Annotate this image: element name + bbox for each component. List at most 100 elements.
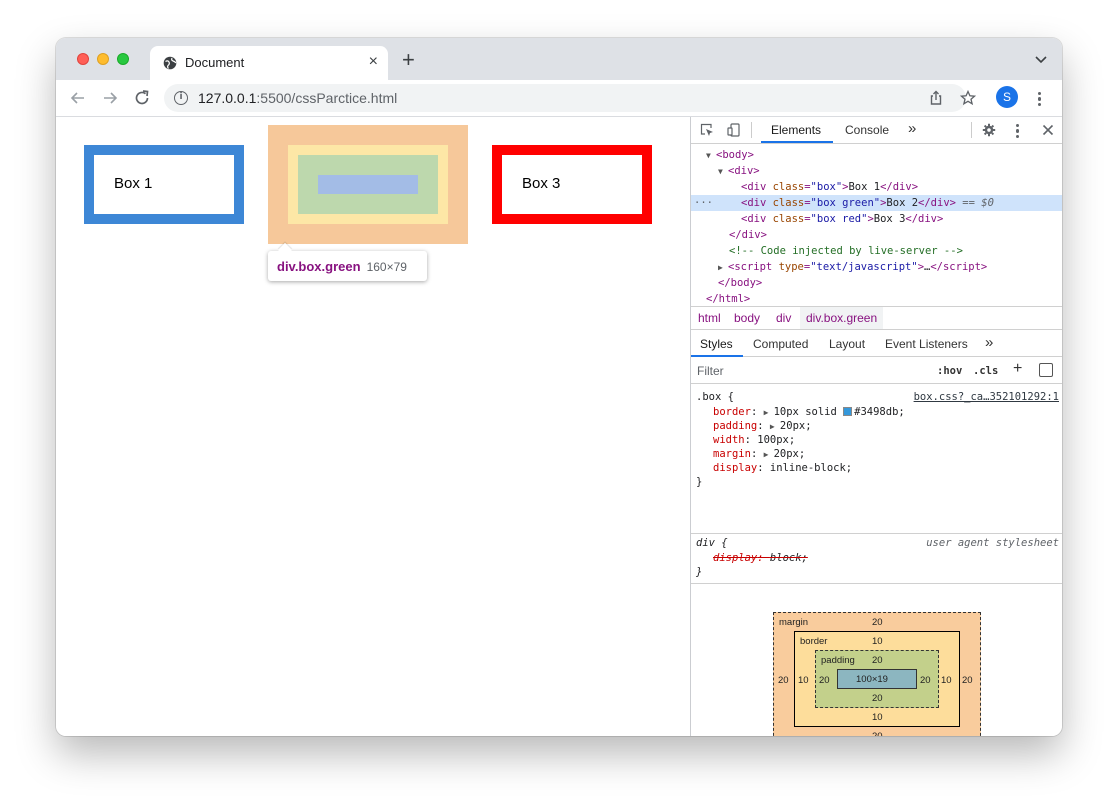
sidebar-toggle-icon[interactable] bbox=[1039, 363, 1053, 377]
dom-node-div[interactable]: ▼ <div> bbox=[691, 163, 1062, 179]
tab-elements[interactable]: Elements bbox=[771, 123, 821, 137]
dom-node-script[interactable]: ▶ <script type="text/javascript">…</scrip… bbox=[691, 259, 1062, 275]
prop-color-value: #3498db; bbox=[854, 406, 905, 418]
dom-node-body-close[interactable]: </body> bbox=[691, 275, 1062, 291]
inspect-element-icon[interactable] bbox=[700, 123, 714, 137]
browser-window: Document × + i 127.0.0.1:5500/cssParctic… bbox=[56, 38, 1062, 736]
rule-close-brace: } bbox=[696, 476, 703, 488]
css-property[interactable]: padding: ▶ 20px; bbox=[713, 419, 812, 434]
new-tab-button[interactable]: + bbox=[402, 49, 415, 71]
margin-bottom-value[interactable]: 20 bbox=[872, 731, 883, 736]
dom-node-comment[interactable]: <!-- Code injected by live-server --> bbox=[691, 243, 1062, 259]
color-swatch[interactable] bbox=[843, 407, 853, 416]
cls-toggle[interactable]: .cls bbox=[973, 365, 998, 377]
prop-name: margin bbox=[713, 448, 751, 460]
chevron-down-icon[interactable] bbox=[1034, 52, 1048, 66]
breadcrumb-body[interactable]: body bbox=[734, 311, 760, 325]
breadcrumb: html body div div.box.green bbox=[691, 306, 1062, 330]
css-property[interactable]: display: inline-block; bbox=[713, 461, 852, 475]
profile-avatar[interactable]: S bbox=[996, 86, 1018, 108]
ellipsis-icon[interactable]: ··· bbox=[694, 195, 713, 211]
tooltip-dimensions: 160×79 bbox=[366, 260, 407, 274]
tab-computed[interactable]: Computed bbox=[753, 337, 808, 351]
border-right-value[interactable]: 10 bbox=[941, 675, 952, 686]
content-size-value[interactable]: 100×19 bbox=[856, 674, 888, 685]
tab-document[interactable]: Document × bbox=[150, 46, 388, 80]
css-property-overridden[interactable]: display: block; bbox=[713, 551, 808, 565]
new-rule-button[interactable]: + bbox=[1013, 360, 1022, 378]
margin-left-value[interactable]: 20 bbox=[778, 675, 789, 686]
node-text: Box 2 bbox=[886, 197, 919, 209]
padding-right-value[interactable]: 20 bbox=[920, 675, 931, 686]
expand-triangle-icon[interactable]: ▶ bbox=[764, 448, 774, 462]
border-bottom-value[interactable]: 10 bbox=[872, 712, 883, 723]
rule-source-link[interactable]: box.css?_ca…352101292:1 bbox=[914, 390, 1059, 404]
comment-text: <!-- Code injected by live-server --> bbox=[729, 245, 963, 257]
style-rule-div: div { user agent stylesheet display: blo… bbox=[691, 536, 1062, 580]
tag-name: script bbox=[734, 261, 773, 273]
tab-styles[interactable]: Styles bbox=[700, 337, 733, 351]
more-subtabs-button[interactable]: » bbox=[985, 334, 993, 351]
globe-icon bbox=[163, 56, 177, 70]
expand-triangle-icon[interactable]: ▶ bbox=[764, 406, 774, 420]
css-property[interactable]: width: 100px; bbox=[713, 433, 795, 447]
reload-icon[interactable] bbox=[132, 88, 152, 108]
close-devtools-icon[interactable] bbox=[1041, 123, 1055, 137]
prop-value: 100px; bbox=[757, 434, 796, 446]
border-left-value[interactable]: 10 bbox=[798, 675, 809, 686]
back-arrow-icon[interactable] bbox=[68, 88, 88, 108]
box-3[interactable]: Box 3 bbox=[492, 145, 652, 224]
margin-right-value[interactable]: 20 bbox=[962, 675, 973, 686]
prop-value: inline-block; bbox=[769, 462, 853, 474]
tab-event-listeners[interactable]: Event Listeners bbox=[885, 337, 968, 351]
devtools-menu-icon[interactable] bbox=[1016, 124, 1020, 139]
share-icon[interactable] bbox=[928, 90, 944, 106]
address-bar[interactable]: i 127.0.0.1:5500/cssParctice.html bbox=[164, 84, 966, 112]
dom-node-div-close[interactable]: </div> bbox=[691, 227, 1062, 243]
padding-bottom-value[interactable]: 20 bbox=[872, 693, 883, 704]
box-2-content-highlight[interactable] bbox=[318, 175, 418, 194]
margin-label: margin bbox=[779, 617, 809, 628]
expand-triangle-icon[interactable]: ▶ bbox=[770, 420, 780, 434]
breadcrumb-div[interactable]: div bbox=[776, 311, 791, 325]
closing-tag: </div> bbox=[729, 229, 767, 241]
forward-arrow-icon[interactable] bbox=[100, 88, 120, 108]
dom-node-box2-selected[interactable]: ··· <div class="box green">Box 2</div> ==… bbox=[691, 195, 1062, 211]
tab-layout[interactable]: Layout bbox=[829, 337, 865, 351]
expand-triangle-icon[interactable]: ▼ bbox=[706, 148, 716, 164]
maximize-window-button[interactable] bbox=[117, 53, 129, 65]
element-inspect-tooltip: div.box.green 160×79 bbox=[268, 251, 427, 281]
styles-filter-bar: Filter :hov .cls + bbox=[691, 358, 1062, 384]
dom-node-body[interactable]: ▼ <body> bbox=[691, 147, 1062, 163]
expand-triangle-icon[interactable]: ▼ bbox=[718, 164, 728, 180]
css-property[interactable]: margin: ▶ 20px; bbox=[713, 447, 805, 462]
more-tabs-button[interactable]: » bbox=[908, 120, 916, 137]
dom-node-box1[interactable]: <div class="box">Box 1</div> bbox=[691, 179, 1062, 195]
margin-top-value[interactable]: 20 bbox=[872, 617, 883, 628]
dom-node-box3[interactable]: <div class="box red">Box 3</div> bbox=[691, 211, 1062, 227]
prop-value: 10px solid bbox=[773, 406, 837, 418]
dom-node-html-close[interactable]: </html> bbox=[691, 291, 1062, 307]
device-toolbar-icon[interactable] bbox=[727, 123, 741, 137]
prop-value: 20px; bbox=[773, 448, 806, 460]
box-1[interactable]: Box 1 bbox=[84, 145, 244, 224]
padding-top-value[interactable]: 20 bbox=[872, 655, 883, 666]
settings-gear-icon[interactable] bbox=[982, 123, 996, 137]
expand-triangle-icon[interactable]: ▶ bbox=[718, 260, 728, 276]
hov-toggle[interactable]: :hov bbox=[937, 365, 962, 377]
active-subtab-indicator bbox=[691, 355, 743, 357]
close-window-button[interactable] bbox=[77, 53, 89, 65]
bookmark-star-icon[interactable] bbox=[960, 90, 976, 106]
padding-left-value[interactable]: 20 bbox=[819, 675, 830, 686]
tab-console[interactable]: Console bbox=[845, 123, 889, 137]
css-property[interactable]: border: ▶ 10px solid #3498db; bbox=[713, 405, 905, 420]
minimize-window-button[interactable] bbox=[97, 53, 109, 65]
tab-close-icon[interactable]: × bbox=[369, 53, 378, 71]
breadcrumb-div-box-green[interactable]: div.box.green bbox=[800, 307, 884, 329]
breadcrumb-html[interactable]: html bbox=[698, 311, 721, 325]
site-info-icon[interactable]: i bbox=[174, 91, 188, 105]
attr-value: "text/javascript" bbox=[810, 261, 918, 273]
browser-menu-icon[interactable] bbox=[1038, 92, 1042, 107]
border-top-value[interactable]: 10 bbox=[872, 636, 883, 647]
filter-input[interactable]: Filter bbox=[697, 364, 724, 378]
